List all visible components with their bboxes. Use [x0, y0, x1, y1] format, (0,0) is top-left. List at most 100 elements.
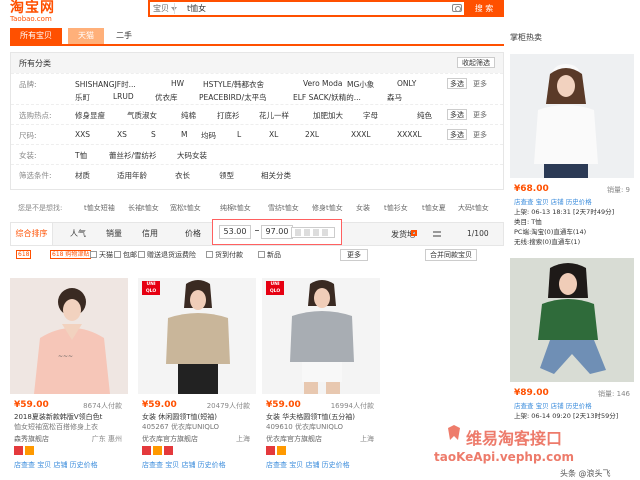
product-card[interactable]: UNI QLO ¥59.00 16994人付款 女装 华夫格圆领T恤(五分袖) … — [262, 278, 380, 478]
merge-same-button[interactable]: 合并同款宝贝 — [425, 249, 477, 261]
badge-618[interactable]: 618 — [16, 250, 33, 259]
product-image[interactable]: ~~~ — [10, 278, 128, 394]
check-new[interactable]: 新品 — [258, 250, 281, 260]
multi-select-button[interactable]: 多选 — [447, 109, 467, 120]
grid-view-icon[interactable] — [411, 230, 417, 236]
filter-option[interactable]: 打底衫 — [217, 110, 240, 121]
filter-option[interactable]: PEACEBIRD/太平鸟 — [199, 92, 267, 103]
filter-option[interactable]: HSTYLE/韩都衣舍 — [203, 79, 264, 90]
sort-credit[interactable]: 信用 — [135, 223, 165, 245]
filter-option[interactable]: Vero Moda — [303, 79, 342, 88]
suggestion-link[interactable]: 修身t恤女 — [312, 203, 343, 213]
suggestion-link[interactable]: 女装 — [356, 203, 370, 213]
suggestion-link[interactable]: t恤女短袖 — [84, 203, 115, 213]
filter-option[interactable]: 乐町 — [75, 92, 90, 103]
filter-option[interactable]: 蕾丝衫/雪纺衫 — [109, 150, 157, 161]
more-options-button[interactable]: 更多 — [473, 110, 487, 120]
product-image[interactable]: UNI QLO — [138, 278, 256, 394]
filter-option[interactable]: 适用年龄 — [117, 170, 147, 181]
filter-option[interactable]: HW — [171, 79, 184, 88]
check-free-shipping[interactable]: 包邮 — [114, 250, 137, 260]
product-title[interactable]: 女装 华夫格圆领T恤(五分袖) — [266, 412, 378, 422]
filter-option[interactable]: 均码 — [201, 130, 216, 141]
filter-option[interactable]: XXS — [75, 130, 90, 139]
product-title-2[interactable]: 409610 优衣库UNIQLO — [266, 422, 378, 432]
filter-option[interactable]: 优衣库 — [155, 92, 178, 103]
filter-option[interactable]: 纯棉 — [181, 110, 196, 121]
check-cod[interactable]: 货到付款 — [206, 250, 243, 260]
filter-option[interactable]: MG小象 — [347, 79, 374, 90]
filter-option[interactable]: S — [151, 130, 156, 139]
search-button[interactable]: 搜 索 — [464, 0, 504, 17]
product-title[interactable]: 2018夏装新款韩版V领白色t — [14, 412, 126, 422]
tab-all[interactable]: 所有宝贝 — [10, 28, 62, 44]
product-title-2[interactable]: 恤女短袖宽松百搭修身上衣 — [14, 422, 126, 432]
list-view-icon[interactable] — [433, 231, 441, 237]
filter-option[interactable]: 领型 — [219, 170, 234, 181]
filter-option[interactable]: ONLY — [397, 79, 416, 88]
filter-option[interactable]: 字母 — [363, 110, 378, 121]
price-max-input[interactable]: 97.00 — [261, 225, 293, 239]
check-return-insurance[interactable]: 赠送退货运费险 — [138, 250, 196, 260]
filter-option[interactable]: XL — [269, 130, 278, 139]
filter-option[interactable]: 修身显瘦 — [75, 110, 105, 121]
price-slider[interactable] — [291, 227, 335, 238]
product-title-2[interactable]: 405267 优衣库UNIQLO — [142, 422, 254, 432]
filter-option[interactable]: 花儿一样 — [259, 110, 289, 121]
sort-price[interactable]: 价格 — [173, 223, 213, 245]
filter-option[interactable]: L — [237, 130, 241, 139]
suggestion-link[interactable]: t恤衫女 — [384, 203, 408, 213]
check-tmall[interactable]: 天猫 — [90, 250, 113, 260]
side-product-image[interactable] — [510, 258, 634, 382]
filter-option[interactable]: LRUD — [113, 92, 134, 101]
sort-default[interactable]: 综合排序 — [11, 223, 53, 245]
filter-option[interactable]: 2XL — [305, 130, 319, 139]
filter-option[interactable]: 森马 — [387, 92, 402, 103]
suggestion-link[interactable]: 长袖t恤女 — [128, 203, 159, 213]
tab-tmall[interactable]: 天猫 — [68, 28, 104, 44]
side-product-image[interactable] — [510, 54, 634, 178]
more-button[interactable]: 更多 — [340, 249, 368, 261]
product-links[interactable]: 店查查 宝贝 店铺 历史价格 — [14, 460, 98, 470]
filter-option[interactable]: SHISHANGJF时... — [75, 79, 136, 90]
filter-option[interactable]: ELF SACK/妖精的... — [293, 92, 361, 103]
filter-option[interactable]: 相关分类 — [261, 170, 291, 181]
shop-name[interactable]: 优衣库官方旗舰店 — [142, 434, 198, 444]
product-card[interactable]: ~~~ ¥59.00 8674人付款 2018夏装新款韩版V领白色t 恤女短袖宽… — [10, 278, 128, 478]
filter-option[interactable]: 纯色 — [417, 110, 432, 121]
collapse-filter-button[interactable]: 收起筛选 — [457, 57, 495, 68]
filter-option[interactable]: XXXL — [351, 130, 371, 139]
suggestion-link[interactable]: t恤女夏 — [422, 203, 446, 213]
suggestion-link[interactable]: 纯棉t恤女 — [220, 203, 251, 213]
shop-name[interactable]: 森秀旗舰店 — [14, 434, 49, 444]
suggestion-link[interactable]: 大码t恤女 — [458, 203, 489, 213]
shop-name[interactable]: 优衣库官方旗舰店 — [266, 434, 322, 444]
filter-option[interactable]: 大码女装 — [177, 150, 207, 161]
multi-select-button[interactable]: 多选 — [447, 129, 467, 140]
product-links[interactable]: 店查查 宝贝 店铺 历史价格 — [142, 460, 226, 470]
filter-option[interactable]: XXXXL — [397, 130, 422, 139]
filter-option[interactable]: T恤 — [75, 150, 87, 161]
filter-option[interactable]: XS — [117, 130, 127, 139]
price-min-input[interactable]: 53.00 — [219, 225, 251, 239]
filter-option[interactable]: 衣长 — [175, 170, 190, 181]
suggestion-link[interactable]: 雪纺t恤女 — [268, 203, 299, 213]
product-card[interactable]: UNI QLO ¥59.00 20479人付款 女装 休闲圆领T恤(短袖) 40… — [138, 278, 256, 478]
tab-secondhand[interactable]: 二手 — [110, 28, 138, 44]
more-options-button[interactable]: 更多 — [473, 79, 487, 89]
badge-618-allowance[interactable]: 618 购物津贴 — [50, 250, 93, 259]
more-options-button[interactable]: 更多 — [473, 130, 487, 140]
side-product-links[interactable]: 店查查 宝贝 店铺 历史价格 — [514, 196, 592, 206]
filter-option[interactable]: 加肥加大 — [313, 110, 343, 121]
search-input[interactable]: t恤女 — [187, 3, 206, 14]
multi-select-button[interactable]: 多选 — [447, 78, 467, 89]
product-links[interactable]: 店查查 宝贝 店铺 历史价格 — [266, 460, 350, 470]
search-category-select[interactable]: 宝贝 — [153, 3, 177, 14]
filter-option[interactable]: 气质淑女 — [127, 110, 157, 121]
filter-option[interactable]: 材质 — [75, 170, 90, 181]
camera-icon[interactable] — [452, 4, 462, 12]
product-title[interactable]: 女装 休闲圆领T恤(短袖) — [142, 412, 254, 422]
sort-popularity[interactable]: 人气 — [63, 223, 93, 245]
side-product-card[interactable]: ¥68.00 销量: 9 店查查 宝贝 店铺 历史价格 上架: 06-13 18… — [510, 54, 634, 254]
product-image[interactable]: UNI QLO — [262, 278, 380, 394]
